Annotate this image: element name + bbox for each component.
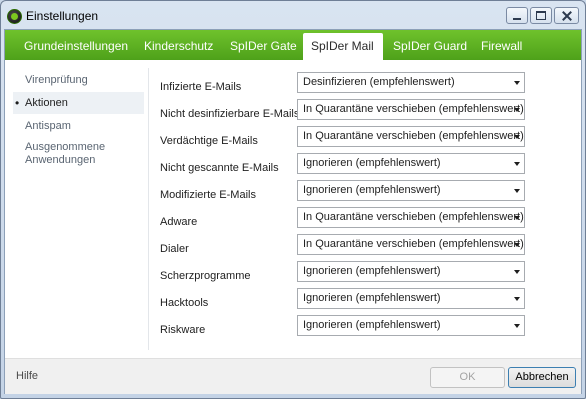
chevron-down-icon	[514, 81, 520, 85]
select-nicht-desinfizierbare-emails[interactable]: In Quarantäne verschieben (empfehlenswer…	[297, 99, 525, 120]
chevron-down-icon	[514, 243, 520, 247]
select-value: Ignorieren (empfehlenswert)	[303, 265, 441, 277]
maximize-icon	[536, 11, 546, 20]
tab-spider-guard[interactable]: SpIDer Guard	[385, 30, 475, 60]
dialog-footer: Hilfe OK Abbrechen	[5, 358, 581, 394]
select-value: Ignorieren (empfehlenswert)	[303, 157, 441, 169]
select-riskware[interactable]: Ignorieren (empfehlenswert)	[297, 315, 525, 336]
select-hacktools[interactable]: Ignorieren (empfehlenswert)	[297, 288, 525, 309]
sidebar-item-virenpruefung[interactable]: Virenprüfung	[13, 69, 144, 91]
title-bar[interactable]: Einstellungen	[1, 1, 585, 29]
chevron-down-icon	[514, 216, 520, 220]
chevron-down-icon	[514, 162, 520, 166]
label-riskware: Riskware	[160, 324, 206, 336]
select-value: In Quarantäne verschieben (empfehlenswer…	[303, 211, 524, 223]
help-link[interactable]: Hilfe	[16, 370, 38, 382]
sidebar-item-label: Aktionen	[25, 97, 68, 109]
sidebar: Virenprüfung • Aktionen Antispam Ausgeno…	[5, 60, 148, 351]
tab-kinderschutz[interactable]: Kinderschutz	[136, 30, 221, 60]
tab-firewall[interactable]: Firewall	[473, 30, 530, 60]
tab-grundeinstellungen[interactable]: Grundeinstellungen	[16, 30, 136, 60]
sidebar-item-antispam[interactable]: Antispam	[13, 115, 144, 137]
sidebar-item-aktionen[interactable]: • Aktionen	[13, 92, 144, 114]
maximize-button[interactable]	[530, 7, 552, 24]
sidebar-item-ausgenommene-anwendungen[interactable]: Ausgenommene Anwendungen	[13, 141, 144, 169]
sidebar-divider	[148, 68, 149, 350]
tab-spider-gate[interactable]: SpIDer Gate	[222, 30, 305, 60]
select-nicht-gescannte-emails[interactable]: Ignorieren (empfehlenswert)	[297, 153, 525, 174]
label-adware: Adware	[160, 216, 198, 228]
spider-app-icon	[7, 9, 22, 24]
label-nicht-desinfizierbare-emails: Nicht desinfizierbare E-Mails	[160, 108, 300, 120]
select-dialer[interactable]: In Quarantäne verschieben (empfehlenswer…	[297, 234, 525, 255]
select-value: Ignorieren (empfehlenswert)	[303, 319, 441, 331]
label-verdaechtige-emails: Verdächtige E-Mails	[160, 135, 258, 147]
chevron-down-icon	[514, 189, 520, 193]
close-icon	[562, 11, 572, 21]
select-infizierte-emails[interactable]: Desinfizieren (empfehlenswert)	[297, 72, 525, 93]
minimize-icon	[513, 17, 521, 20]
minimize-button[interactable]	[506, 7, 528, 24]
label-dialer: Dialer	[160, 243, 189, 255]
select-value: In Quarantäne verschieben (empfehlenswer…	[303, 130, 524, 142]
select-adware[interactable]: In Quarantäne verschieben (empfehlenswer…	[297, 207, 525, 228]
select-value: Ignorieren (empfehlenswert)	[303, 292, 441, 304]
tab-bar: Grundeinstellungen Kinderschutz SpIDer G…	[5, 30, 581, 60]
label-scherzprogramme: Scherzprogramme	[160, 270, 251, 282]
select-verdaechtige-emails[interactable]: In Quarantäne verschieben (empfehlenswer…	[297, 126, 525, 147]
close-button[interactable]	[554, 7, 579, 24]
select-value: In Quarantäne verschieben (empfehlenswer…	[303, 103, 524, 115]
active-bullet: •	[15, 96, 20, 110]
cancel-button[interactable]: Abbrechen	[508, 367, 576, 388]
select-value: Ignorieren (empfehlenswert)	[303, 184, 441, 196]
chevron-down-icon	[514, 270, 520, 274]
label-infizierte-emails: Infizierte E-Mails	[160, 81, 242, 93]
client-area: Grundeinstellungen Kinderschutz SpIDer G…	[4, 29, 582, 394]
chevron-down-icon	[514, 324, 520, 328]
sidebar-item-label: Antispam	[25, 120, 71, 132]
tab-spider-mail[interactable]: SpIDer Mail	[303, 33, 383, 60]
chevron-down-icon	[514, 135, 520, 139]
settings-window: Einstellungen Grundeinstellungen Kinders…	[0, 0, 586, 399]
select-modifizierte-emails[interactable]: Ignorieren (empfehlenswert)	[297, 180, 525, 201]
sidebar-item-label-line2: Anwendungen	[25, 154, 96, 166]
ok-button[interactable]: OK	[430, 367, 505, 388]
label-hacktools: Hacktools	[160, 297, 209, 309]
chevron-down-icon	[514, 108, 520, 112]
sidebar-item-label: Virenprüfung	[25, 74, 88, 86]
chevron-down-icon	[514, 297, 520, 301]
select-scherzprogramme[interactable]: Ignorieren (empfehlenswert)	[297, 261, 525, 282]
select-value: In Quarantäne verschieben (empfehlenswer…	[303, 238, 524, 250]
sidebar-item-label-line1: Ausgenommene	[25, 141, 106, 153]
label-nicht-gescannte-emails: Nicht gescannte E-Mails	[160, 162, 279, 174]
label-modifizierte-emails: Modifizierte E-Mails	[160, 189, 256, 201]
select-value: Desinfizieren (empfehlenswert)	[303, 76, 455, 88]
window-title: Einstellungen	[26, 9, 99, 23]
